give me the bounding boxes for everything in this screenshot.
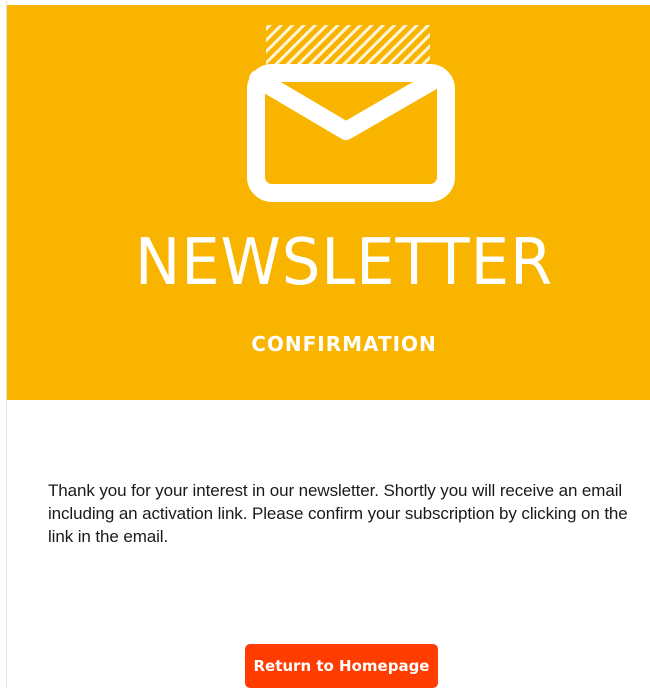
confirmation-page: NEWSLETTER CONFIRMATION Thank you for yo…: [0, 0, 650, 688]
return-to-homepage-button[interactable]: Return to Homepage: [245, 644, 438, 688]
hero-banner: NEWSLETTER CONFIRMATION: [7, 5, 650, 400]
envelope-icon: [247, 25, 455, 202]
confirmation-message: Thank you for your interest in our newsl…: [48, 481, 628, 546]
hero-title: NEWSLETTER: [134, 226, 554, 300]
hero-subtitle: CONFIRMATION: [251, 332, 437, 356]
